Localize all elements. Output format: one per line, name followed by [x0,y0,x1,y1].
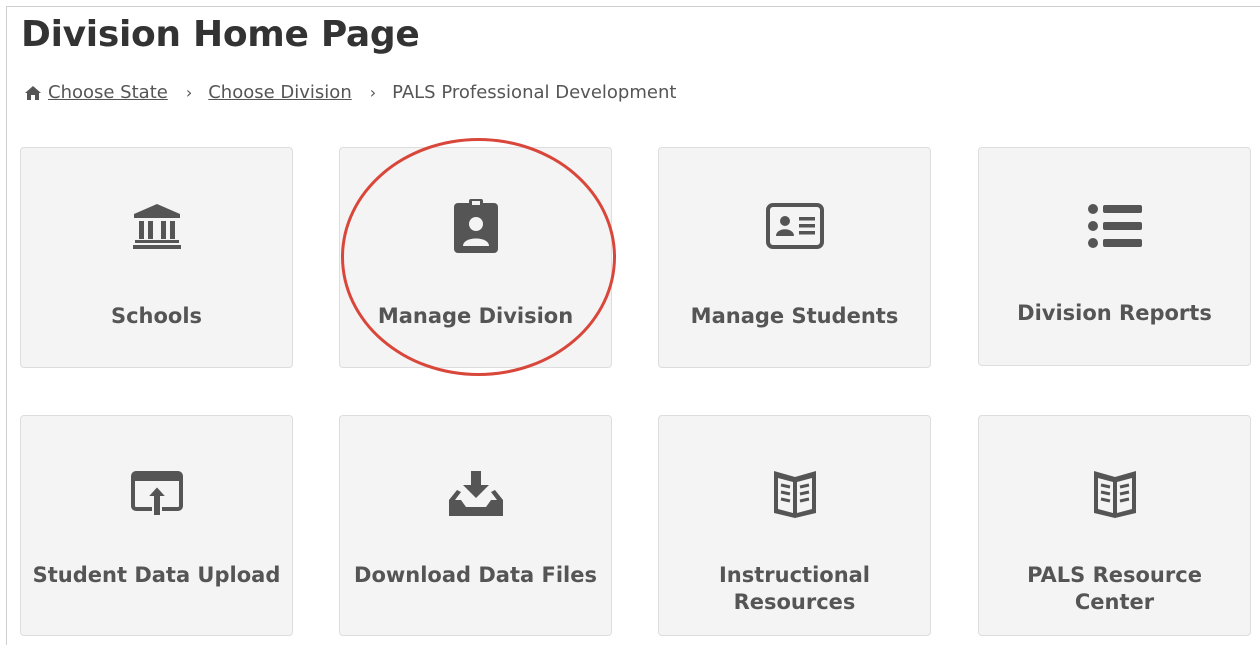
tile-label: Instructional Resources [718,563,871,614]
open-book-icon [659,464,930,524]
breadcrumb-link-choose-state[interactable]: Choose State [48,82,168,103]
list-icon [979,196,1250,256]
id-card-icon [659,196,930,256]
open-book-icon [979,464,1250,524]
tile-student-data-upload[interactable]: Student Data Upload [20,415,293,636]
tile-manage-students[interactable]: Manage Students [658,147,931,368]
download-tray-icon [340,464,611,524]
breadcrumb: Choose State › Choose Division › PALS Pr… [24,82,676,103]
breadcrumb-link-choose-division[interactable]: Choose Division [208,82,352,103]
page-title: Division Home Page [21,14,420,55]
tile-label: Division Reports [1017,301,1212,325]
breadcrumb-separator: › [369,83,377,102]
tile-label: Manage Division [377,304,574,328]
tile-label: PALS Resource Center [1027,563,1202,614]
breadcrumb-current-page: PALS Professional Development [392,82,677,103]
upload-window-icon [21,464,292,524]
tile-schools[interactable]: Schools [20,147,293,368]
tile-label: Manage Students [690,304,899,328]
tile-division-reports[interactable]: Division Reports [978,147,1251,366]
breadcrumb-separator: › [185,83,193,102]
tile-instructional-resources[interactable]: Instructional Resources [658,415,931,636]
bank-icon [21,196,292,256]
tile-download-data-files[interactable]: Download Data Files [339,415,612,636]
tile-label: Student Data Upload [32,563,281,587]
id-badge-icon [340,196,611,256]
home-icon [25,85,41,100]
tile-label: Schools [110,304,203,328]
tile-label: Download Data Files [354,563,597,587]
tile-pals-resource-center[interactable]: PALS Resource Center [978,415,1251,636]
tile-manage-division[interactable]: Manage Division [339,147,612,368]
